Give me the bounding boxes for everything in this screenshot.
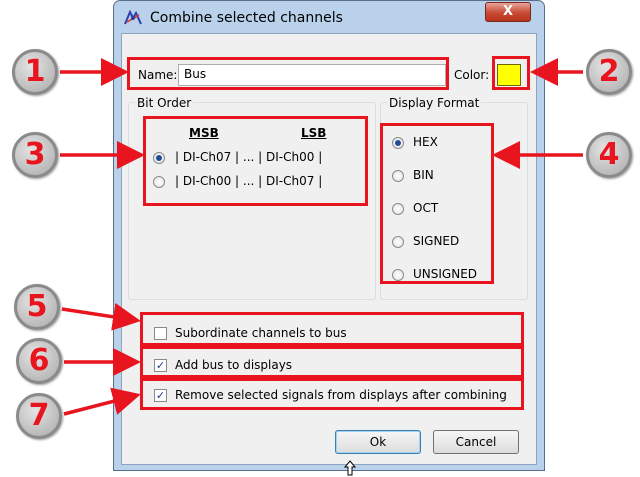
annotation-arrows xyxy=(60,58,583,416)
arrow-7 xyxy=(63,387,141,416)
badge-6: 6 xyxy=(16,338,62,384)
badge-7: 7 xyxy=(16,393,62,439)
badge-5: 5 xyxy=(14,284,60,330)
badge-1: 1 xyxy=(12,49,58,95)
badge-2: 2 xyxy=(586,49,632,95)
badge-3: 3 xyxy=(12,132,58,178)
badge-4: 4 xyxy=(586,132,632,178)
arrow-5 xyxy=(61,302,141,331)
